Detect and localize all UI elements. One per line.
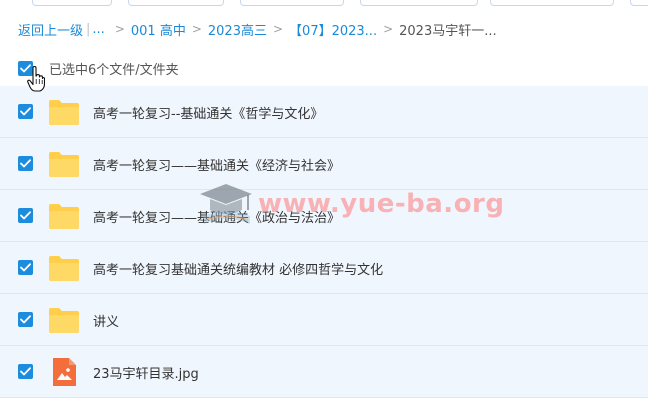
list-item[interactable]: 高考一轮复习基础通关统编教材 必修四哲学与文化 — [0, 242, 648, 294]
checkmark-icon — [20, 159, 31, 168]
breadcrumb-separator: > — [383, 22, 394, 36]
breadcrumb-divider: | — [86, 21, 91, 37]
file-name[interactable]: 高考一轮复习--基础通关《哲学与文化》 — [93, 103, 323, 122]
list-item[interactable]: 高考一轮复习——基础通关《政治与法治》 — [0, 190, 648, 242]
breadcrumb-current: 2023马宇轩一... — [399, 23, 497, 39]
row-checkbox[interactable] — [18, 104, 33, 119]
image-file-icon — [53, 358, 76, 386]
breadcrumb-item-07[interactable]: 【07】2023... — [289, 20, 377, 39]
folder-icon — [49, 204, 79, 229]
toolbar-button-4[interactable] — [360, 0, 478, 6]
file-browser: 返回上一级 | ... > 001 高中 > 2023高三 > 【07】2023… — [0, 0, 648, 408]
file-name[interactable]: 高考一轮复习——基础通关《经济与社会》 — [93, 155, 340, 174]
back-button[interactable]: 返回上一级 — [18, 20, 83, 39]
list-item[interactable]: 讲义 — [0, 294, 648, 346]
toolbar-button-3[interactable] — [240, 0, 344, 6]
folder-icon — [49, 100, 79, 125]
breadcrumb-ellipsis[interactable]: ... — [92, 22, 104, 37]
toolbar — [0, 0, 648, 8]
file-name[interactable]: 23马宇轩目录.jpg — [93, 363, 199, 382]
file-name[interactable]: 高考一轮复习——基础通关《政治与法治》 — [93, 207, 340, 226]
checkmark-icon — [20, 263, 31, 272]
list-item[interactable]: 23马宇轩目录.jpg — [0, 346, 648, 398]
list-item[interactable]: 高考一轮复习--基础通关《哲学与文化》 — [0, 86, 648, 138]
checkmark-icon — [20, 107, 31, 116]
breadcrumb-separator: > — [272, 22, 284, 36]
row-checkbox[interactable] — [18, 364, 33, 379]
folder-icon — [49, 152, 79, 177]
selection-summary: 已选中6个文件/文件夹 — [49, 62, 179, 78]
row-checkbox[interactable] — [18, 312, 33, 327]
checkmark-icon — [20, 367, 31, 376]
breadcrumb-item-gaozhong[interactable]: 001 高中 — [131, 20, 186, 39]
file-name[interactable]: 高考一轮复习基础通关统编教材 必修四哲学与文化 — [93, 259, 383, 278]
file-name[interactable]: 讲义 — [93, 311, 119, 330]
row-checkbox[interactable] — [18, 260, 33, 275]
file-list: 高考一轮复习--基础通关《哲学与文化》 高考一轮复习——基础通关《经济与社会》 … — [0, 86, 648, 398]
folder-icon — [49, 308, 79, 333]
breadcrumb-separator: > — [114, 22, 125, 36]
checkmark-icon — [20, 315, 31, 324]
breadcrumb-separator: > — [191, 22, 202, 36]
row-checkbox[interactable] — [18, 208, 33, 223]
checkmark-icon — [20, 211, 31, 220]
list-item[interactable]: 高考一轮复习——基础通关《经济与社会》 — [0, 138, 648, 190]
breadcrumb: 返回上一级 | ... > 001 高中 > 2023高三 > 【07】2023… — [18, 19, 497, 39]
toolbar-button-6[interactable] — [630, 0, 648, 6]
toolbar-button-1[interactable] — [32, 0, 112, 6]
toolbar-button-5[interactable] — [490, 0, 614, 6]
row-checkbox[interactable] — [18, 156, 33, 171]
hand-pointer-icon — [27, 66, 45, 92]
toolbar-button-2[interactable] — [128, 0, 224, 6]
folder-icon — [49, 256, 79, 281]
breadcrumb-item-gaosan[interactable]: 2023高三 — [208, 20, 267, 39]
